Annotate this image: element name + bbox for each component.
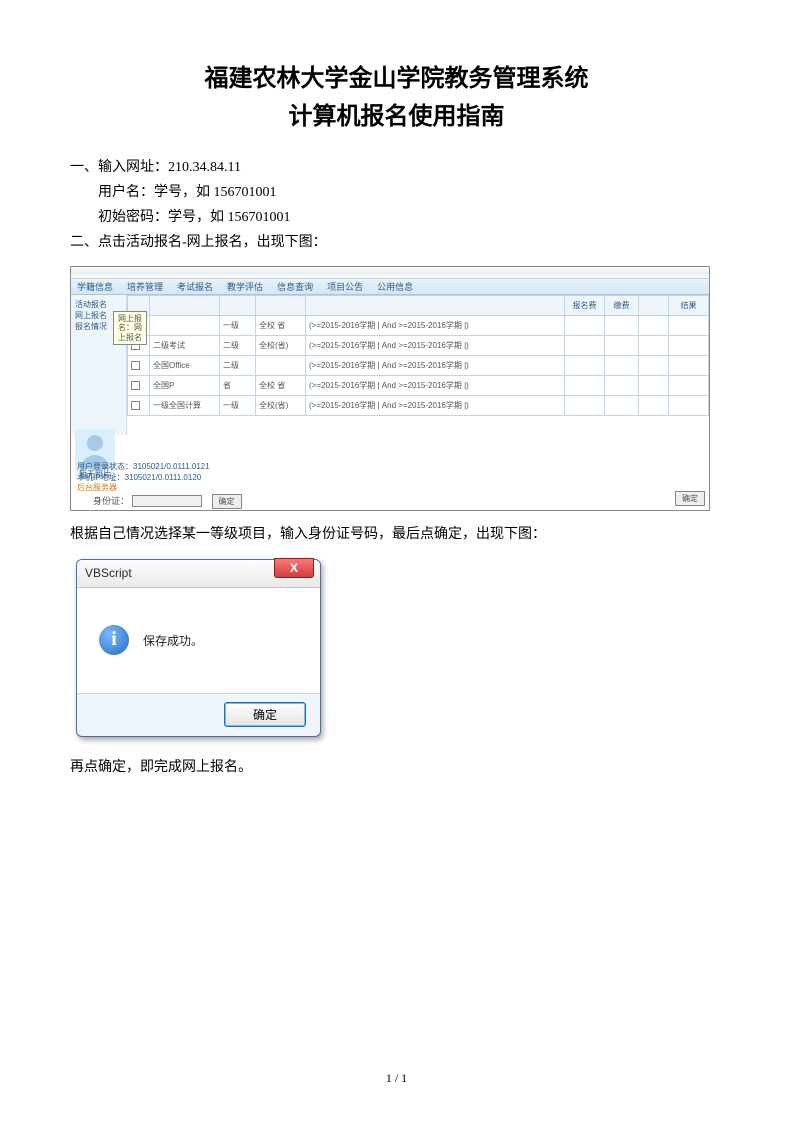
id-input[interactable]: [132, 495, 202, 507]
table-row: 全国P省全校 省(>=2015-2016学期 | And >=2015-2016…: [128, 375, 709, 395]
page-number: 1 / 1: [0, 1071, 793, 1086]
screenshot-registration: 学籍信息 培养管理 考试报名 教学评估 信息查询 项目公告 公用信息 活动报名 …: [70, 266, 710, 511]
server-link[interactable]: 后台服务器: [77, 483, 210, 493]
menu-item[interactable]: 学籍信息: [77, 280, 113, 293]
table-header-row: 报名费 缴费 结果: [128, 295, 709, 315]
confirm-button[interactable]: 确定: [212, 494, 242, 509]
dialog-message: 保存成功。: [143, 632, 203, 649]
corner-confirm-button[interactable]: 确定: [675, 491, 705, 506]
th: 报名费: [565, 295, 605, 315]
tooltip: 网上报 名：网 上报名: [113, 311, 147, 346]
close-icon: X: [290, 561, 298, 575]
menu-item[interactable]: 教学评估: [227, 280, 263, 293]
dialog-footer: 确定: [77, 694, 320, 736]
menu-item[interactable]: 公用信息: [377, 280, 413, 293]
mid-instruction: 根据自己情况选择某一等级项目，输入身份证号码，最后点确定，出现下图：: [70, 523, 723, 543]
instr-3: 初始密码：学号，如 156701001: [70, 205, 723, 230]
table-row: 一级全国计算一级全校(省)(>=2015-2016学期 | And >=2015…: [128, 395, 709, 415]
screenshot-dialog: VBScript X 保存成功。 确定: [70, 551, 330, 746]
table-row: 全国Office二级(>=2015-2016学期 | And >=2015-20…: [128, 355, 709, 375]
menu-item[interactable]: 项目公告: [327, 280, 363, 293]
id-label: 身份证：: [93, 496, 129, 506]
menu-item[interactable]: 考试报名: [177, 280, 213, 293]
dialog-titlebar: VBScript X: [77, 560, 320, 588]
footer-info: 用户登录状态：3105021/0.0111.0121 本机IP地址：310502…: [77, 462, 210, 493]
instr-4: 二、点击活动报名-网上报名，出现下图：: [70, 230, 723, 255]
th: 缴费: [605, 295, 639, 315]
menu-item[interactable]: 信息查询: [277, 280, 313, 293]
checkbox[interactable]: [131, 401, 140, 410]
menu-item[interactable]: 培养管理: [127, 280, 163, 293]
info-icon: [99, 625, 129, 655]
title-line-2: 计算机报名使用指南: [70, 98, 723, 136]
table-wrapper: 报名费 缴费 结果 一级全校 省(>=2015-2016学期 | And >=2…: [127, 295, 709, 416]
register-table: 报名费 缴费 结果 一级全校 省(>=2015-2016学期 | And >=2…: [127, 295, 709, 416]
dialog-title-text: VBScript: [85, 566, 132, 580]
checkbox[interactable]: [131, 381, 140, 390]
dialog-window: VBScript X 保存成功。 确定: [76, 559, 321, 737]
table-row: 二级考试二级全校(省)(>=2015-2016学期 | And >=2015-2…: [128, 335, 709, 355]
th: 结果: [669, 295, 709, 315]
id-field: 身份证： 确定: [93, 494, 242, 509]
doc-title: 福建农林大学金山学院教务管理系统 计算机报名使用指南: [70, 60, 723, 137]
instr-2: 用户名：学号，如 156701001: [70, 180, 723, 205]
title-line-1: 福建农林大学金山学院教务管理系统: [70, 60, 723, 98]
dialog-body: 保存成功。: [77, 588, 320, 694]
sidebar-item[interactable]: 活动报名: [75, 299, 122, 310]
window-titlebar: [71, 267, 709, 279]
checkbox[interactable]: [131, 361, 140, 370]
end-instruction: 再点确定，即完成网上报名。: [70, 756, 723, 776]
instructions: 一、输入网址：210.34.84.11 用户名：学号，如 156701001 初…: [70, 155, 723, 256]
ok-button[interactable]: 确定: [224, 702, 306, 727]
table-row: 一级全校 省(>=2015-2016学期 | And >=2015-2016学期…: [128, 315, 709, 335]
instr-1: 一、输入网址：210.34.84.11: [70, 155, 723, 180]
menubar: 学籍信息 培养管理 考试报名 教学评估 信息查询 项目公告 公用信息: [71, 279, 709, 295]
close-button[interactable]: X: [274, 558, 314, 578]
